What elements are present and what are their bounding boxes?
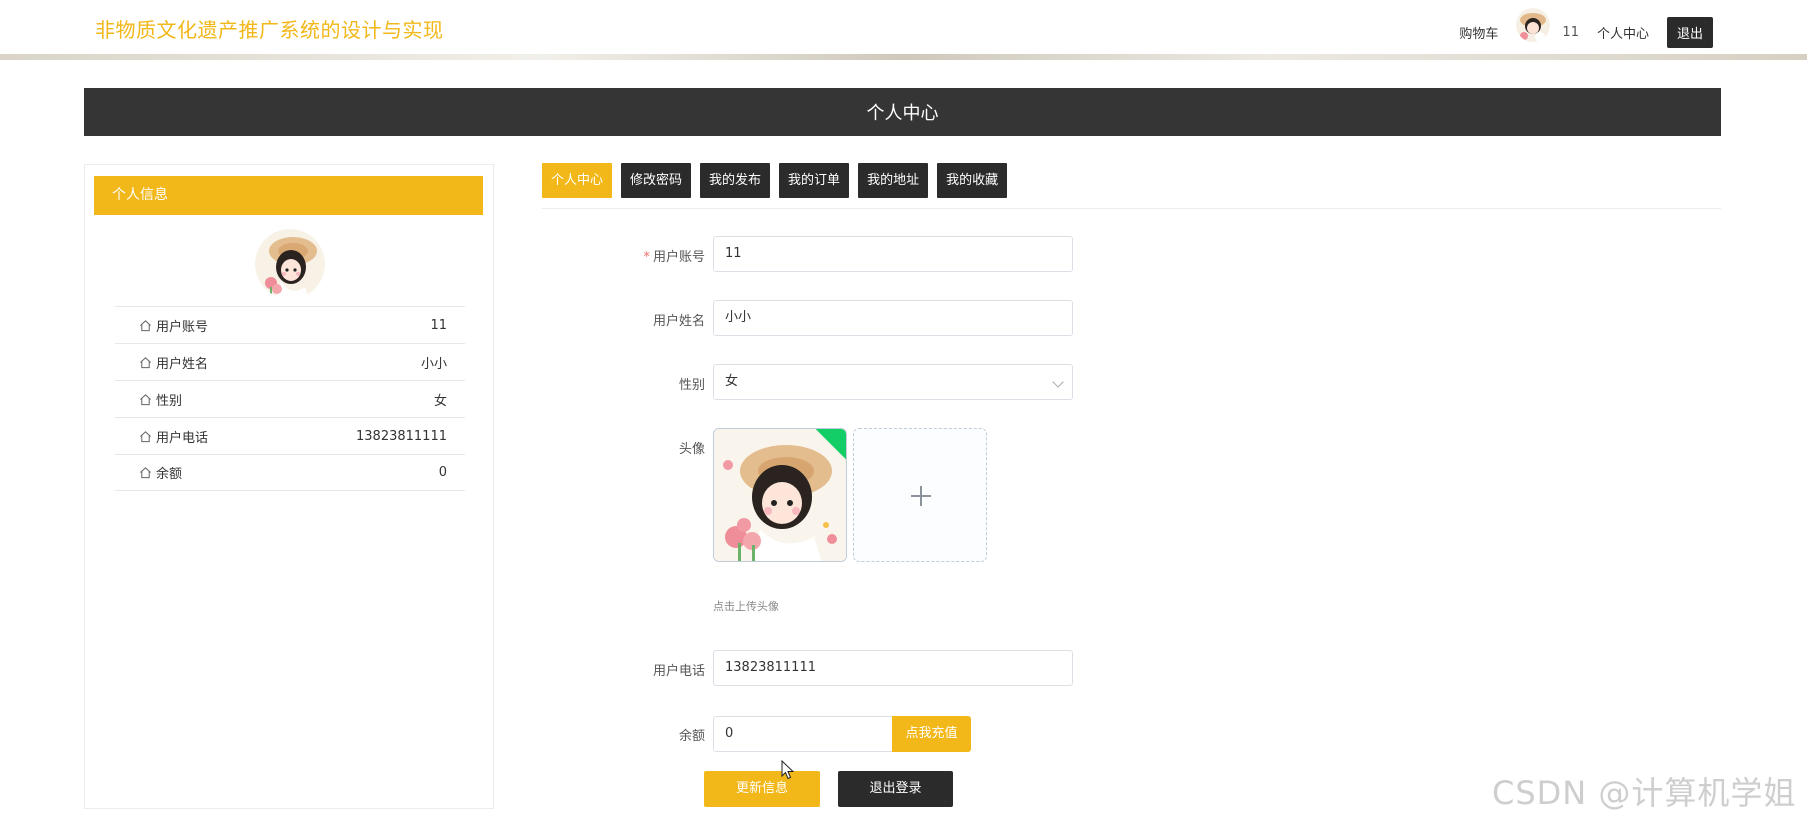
info-value-account: 11 xyxy=(430,317,447,333)
account-label: * 用户账号 xyxy=(555,246,705,265)
watermark: CSDN @计算机学姐 xyxy=(1492,774,1797,812)
tab-my-orders[interactable]: 我的订单 xyxy=(779,163,850,198)
gender-select-value: 女 xyxy=(725,374,739,389)
profile-tabs: 个人中心 修改密码 我的发布 我的订单 我的地址 我的收藏 xyxy=(542,163,1008,198)
sidebar-avatar xyxy=(255,229,325,299)
chevron-down-icon xyxy=(1052,376,1064,388)
list-item: 性别 女 xyxy=(115,380,465,417)
tab-change-password[interactable]: 修改密码 xyxy=(621,163,692,198)
tab-my-favorites[interactable]: 我的收藏 xyxy=(937,163,1008,198)
info-value-gender: 女 xyxy=(433,393,447,409)
avatar-label: 头像 xyxy=(678,442,705,457)
logout-account-button[interactable]: 退出登录 xyxy=(838,771,953,807)
balance-label: 余额 xyxy=(678,729,705,744)
avatar-upload-button[interactable] xyxy=(853,428,987,562)
required-mark: * xyxy=(643,250,650,265)
home-icon xyxy=(140,356,151,368)
top-avatar[interactable] xyxy=(1516,8,1551,42)
profile-sidebar: 个人信息 用户账号 11 用户姓名 小小 性别 女 用户电话 138238111… xyxy=(84,164,494,809)
info-value-phone: 13823811111 xyxy=(356,428,447,444)
info-label-gender: 性别 xyxy=(156,393,183,409)
list-item: 余额 0 xyxy=(115,454,465,491)
list-item: 用户账号 11 xyxy=(115,306,465,343)
home-icon xyxy=(140,319,151,331)
mouse-cursor-icon xyxy=(781,760,795,780)
info-label-name: 用户姓名 xyxy=(156,356,209,372)
list-item: 用户姓名 小小 xyxy=(115,343,465,380)
tabs-divider xyxy=(542,208,1721,209)
update-info-button[interactable]: 更新信息 xyxy=(704,771,820,807)
page-banner: 个人中心 xyxy=(84,88,1721,136)
profile-link[interactable]: 个人中心 xyxy=(1597,23,1649,42)
site-title: 非物质文化遗产推广系统的设计与实现 xyxy=(95,18,444,42)
info-label-balance: 余额 xyxy=(156,467,183,482)
gender-label: 性别 xyxy=(678,378,705,393)
list-item: 用户电话 13823811111 xyxy=(115,417,465,454)
tab-my-addresses[interactable]: 我的地址 xyxy=(858,163,929,198)
balance-input[interactable]: 0 xyxy=(713,716,893,752)
name-label: 用户姓名 xyxy=(652,314,705,329)
account-label-text: 用户账号 xyxy=(652,250,705,265)
page-title: 个人中心 xyxy=(866,103,939,124)
profile-info-list: 用户账号 11 用户姓名 小小 性别 女 用户电话 13823811111 余额… xyxy=(115,306,465,491)
upload-tip: 点击上传头像 xyxy=(713,600,779,613)
home-icon xyxy=(140,430,151,442)
info-label-phone: 用户电话 xyxy=(156,430,209,446)
home-icon xyxy=(140,393,151,405)
avatar-preview[interactable] xyxy=(713,428,847,562)
name-input[interactable]: 小小 xyxy=(713,300,1073,336)
sidebar-header: 个人信息 xyxy=(94,176,483,215)
tab-profile[interactable]: 个人中心 xyxy=(542,163,613,198)
tab-my-posts[interactable]: 我的发布 xyxy=(700,163,771,198)
gender-select[interactable]: 女 xyxy=(713,364,1073,400)
info-label-account: 用户账号 xyxy=(156,319,209,335)
top-bar: 非物质文化遗产推广系统的设计与实现 购物车 11 个人中心 退出 xyxy=(0,0,1807,60)
username[interactable]: 11 xyxy=(1562,25,1579,40)
info-value-balance: 0 xyxy=(438,465,447,480)
phone-input[interactable]: 13823811111 xyxy=(713,650,1073,686)
recharge-button[interactable]: 点我充值 xyxy=(892,716,971,752)
cart-link[interactable]: 购物车 xyxy=(1459,23,1498,42)
account-input[interactable]: 11 xyxy=(713,236,1073,272)
info-value-name: 小小 xyxy=(420,356,447,372)
top-nav: 购物车 11 个人中心 退出 xyxy=(1459,8,1713,54)
phone-label: 用户电话 xyxy=(652,664,705,679)
topbar-divider xyxy=(0,54,1807,60)
logout-button[interactable]: 退出 xyxy=(1666,16,1713,48)
home-icon xyxy=(140,467,151,479)
